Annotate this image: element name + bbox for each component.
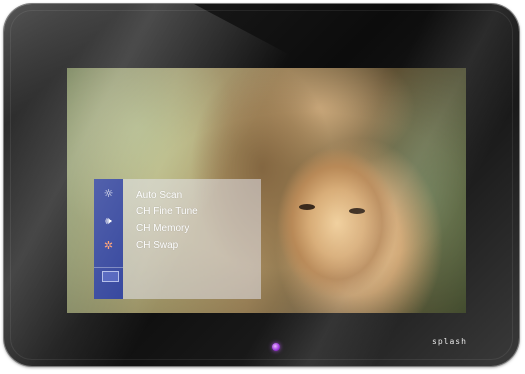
input-source-icon[interactable] (102, 271, 119, 282)
osd-menu: ☼ 🕪 ✲ Auto Scan CH Fine Tune CH Memory C… (94, 179, 261, 299)
osd-sidebar-divider (94, 267, 123, 268)
settings-gear-icon[interactable]: ✲ (94, 239, 123, 253)
speaker-icon[interactable]: 🕪 (94, 215, 123, 229)
osd-item-ch-fine-tune[interactable]: CH Fine Tune (136, 206, 198, 218)
osd-item-ch-memory[interactable]: CH Memory (136, 223, 189, 235)
brand-logo: splash (432, 337, 467, 346)
osd-sidebar: ☼ 🕪 ✲ (94, 179, 123, 299)
osd-item-ch-swap[interactable]: CH Swap (136, 240, 178, 252)
tablet-device-frame: ☼ 🕪 ✲ Auto Scan CH Fine Tune CH Memory C… (4, 4, 519, 366)
power-led-indicator (272, 343, 280, 351)
brightness-icon[interactable]: ☼ (94, 187, 123, 201)
osd-item-auto-scan[interactable]: Auto Scan (136, 190, 182, 202)
